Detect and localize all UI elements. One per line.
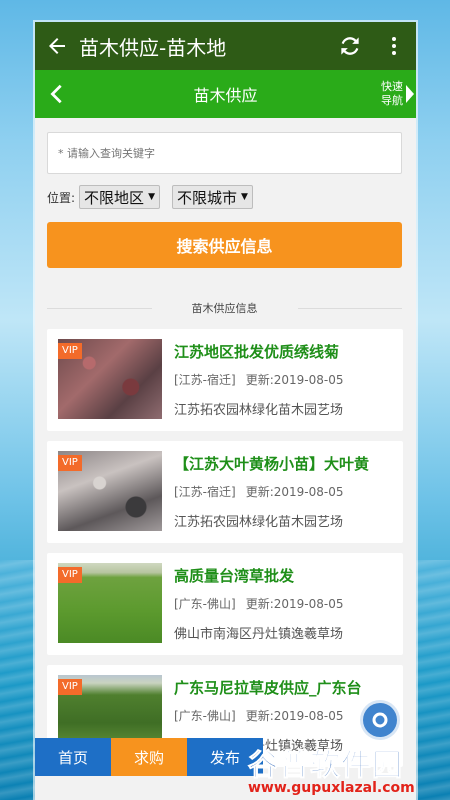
item-title: 高质量台湾草批发 <box>174 567 295 585</box>
item-company: 江苏拓农园林绿化苗木园艺场 <box>174 515 344 530</box>
app-bar: 苗木供应-苗木地 <box>35 22 416 70</box>
item-meta: [广东-佛山] 更新:2019-08-05 <box>174 707 344 724</box>
item-meta: [广东-佛山] 更新:2019-08-05 <box>174 595 344 612</box>
quick-nav-button[interactable]: 快速导航 <box>368 70 416 118</box>
item-location: [江苏-宿迁] <box>174 373 236 387</box>
floating-action-button[interactable] <box>360 700 400 740</box>
vip-badge: VIP <box>58 455 82 471</box>
chevron-left-icon <box>50 84 62 104</box>
item-meta: [江苏-宿迁] 更新:2019-08-05 <box>174 371 344 388</box>
refresh-icon <box>341 37 359 55</box>
quick-nav-label: 快速导航 <box>381 80 403 107</box>
item-updated: 更新:2019-08-05 <box>245 485 344 499</box>
list-item[interactable]: VIP 高质量台湾草批发 [广东-佛山] 更新:2019-08-05 佛山市南海区… <box>47 553 403 655</box>
tab-wanted[interactable]: 求购 <box>111 738 187 776</box>
item-updated: 更新:2019-08-05 <box>245 373 344 387</box>
city-select[interactable]: 不限城市 ▼ <box>171 185 253 209</box>
item-updated: 更新:2019-08-05 <box>245 709 344 723</box>
triangle-right-icon <box>406 85 414 103</box>
sub-header: 苗木供应 快速导航 <box>35 70 416 118</box>
region-select[interactable]: 不限地区 ▼ <box>79 185 160 209</box>
item-title: 【江苏大叶黄杨小苗】大叶黄 <box>174 455 370 473</box>
circle-icon <box>372 712 388 728</box>
item-updated: 更新:2019-08-05 <box>245 597 344 611</box>
sub-back-button[interactable] <box>35 70 79 118</box>
arrow-left-icon <box>49 38 65 54</box>
list-item[interactable]: VIP 江苏地区批发优质绣线菊 [江苏-宿迁] 更新:2019-08-05 江苏拓… <box>47 329 403 431</box>
phone-screen: 苗木供应-苗木地 苗木供应 快速导航 位置: <box>35 22 416 800</box>
sub-title: 苗木供应 <box>193 86 258 105</box>
search-input[interactable] <box>47 132 402 174</box>
section-title: 苗木供应信息 <box>191 302 258 315</box>
section-divider: 苗木供应信息 <box>47 298 402 318</box>
tab-home[interactable]: 首页 <box>35 738 111 776</box>
region-value: 不限地区 <box>84 188 145 207</box>
divider-line <box>47 307 152 309</box>
site-watermark: 谷普软件园 www.gupuxlazal.com <box>248 740 448 800</box>
app-title: 苗木供应-苗木地 <box>79 35 227 60</box>
vip-badge: VIP <box>58 343 82 359</box>
item-title: 广东马尼拉草皮供应_广东台 <box>174 679 362 697</box>
product-image: VIP <box>58 339 162 419</box>
item-location: [广东-佛山] <box>174 709 236 723</box>
product-image: VIP <box>58 563 162 643</box>
vip-badge: VIP <box>58 679 82 695</box>
item-company: 佛山市南海区丹灶镇逸羲草场 <box>174 627 344 642</box>
item-company: 江苏拓农园林绿化苗木园艺场 <box>174 403 344 418</box>
divider-line <box>297 307 402 309</box>
location-label: 位置: <box>47 190 76 205</box>
item-title: 江苏地区批发优质绣线菊 <box>174 343 340 361</box>
item-location: [江苏-宿迁] <box>174 485 236 499</box>
refresh-button[interactable] <box>328 22 372 70</box>
city-value: 不限城市 <box>176 188 237 207</box>
product-image: VIP <box>58 451 162 531</box>
supply-list: VIP 江苏地区批发优质绣线菊 [江苏-宿迁] 更新:2019-08-05 江苏拓… <box>47 329 403 777</box>
list-item[interactable]: VIP 【江苏大叶黄杨小苗】大叶黄 [江苏-宿迁] 更新:2019-08-05 江… <box>47 441 403 543</box>
dropdown-arrow-icon: ▼ <box>241 192 248 202</box>
watermark-logo: 谷普软件园 <box>248 748 403 784</box>
item-location: [广东-佛山] <box>174 597 236 611</box>
search-supply-button[interactable]: 搜索供应信息 <box>47 222 402 268</box>
more-button[interactable] <box>372 22 416 70</box>
item-meta: [江苏-宿迁] 更新:2019-08-05 <box>174 483 344 500</box>
location-row: 位置: 不限地区 ▼ 不限城市 ▼ <box>47 184 265 210</box>
watermark-url: www.gupuxlazal.com <box>248 780 415 796</box>
more-vert-icon <box>392 37 396 55</box>
back-button[interactable] <box>35 22 79 70</box>
vip-badge: VIP <box>58 567 82 583</box>
dropdown-arrow-icon: ▼ <box>148 192 155 202</box>
